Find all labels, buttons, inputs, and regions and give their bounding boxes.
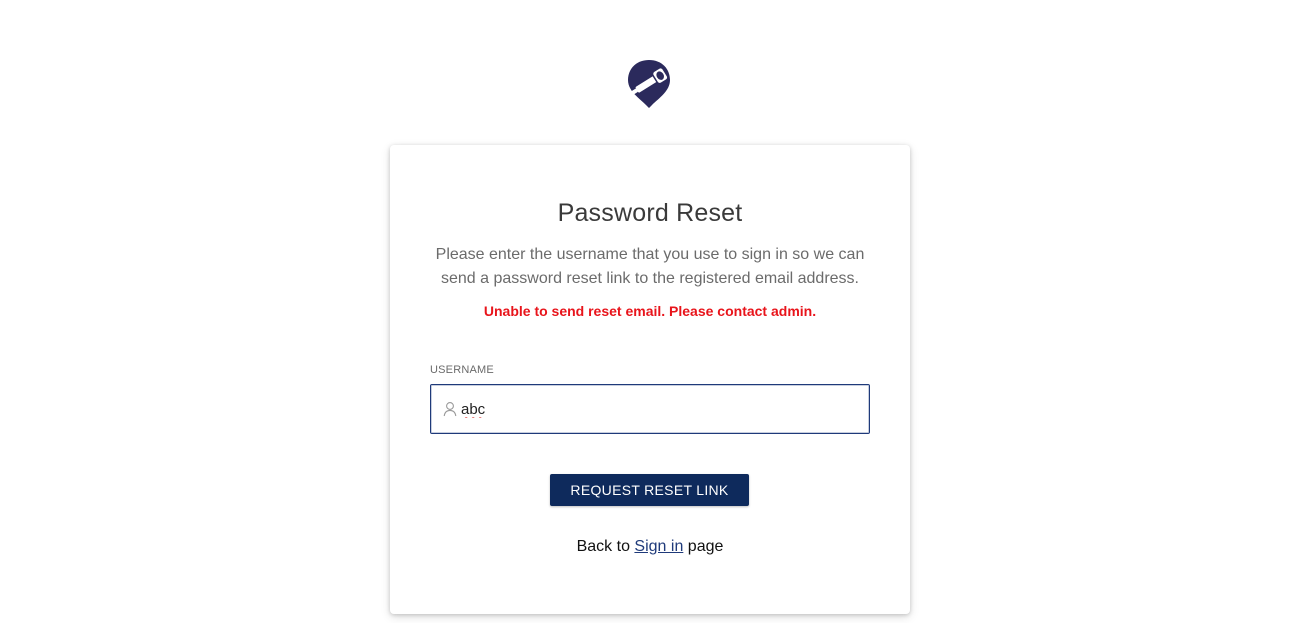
- user-icon: [443, 401, 457, 417]
- username-input[interactable]: [461, 385, 861, 433]
- page-title: Password Reset: [557, 199, 743, 227]
- username-label: USERNAME: [430, 364, 494, 376]
- password-reset-card: Password Reset Please enter the username…: [390, 145, 910, 614]
- instructions-text: Please enter the username that you use t…: [435, 246, 865, 287]
- username-field-container[interactable]: [430, 384, 870, 434]
- error-message: Unable to send reset email. Please conta…: [483, 303, 817, 319]
- back-prefix-text: Back to: [576, 538, 630, 555]
- brand-logo-icon: [626, 58, 674, 108]
- back-suffix-text: page: [687, 538, 724, 555]
- back-to-sign-in: Back to Sign in page: [390, 538, 910, 556]
- sign-in-link[interactable]: Sign in: [634, 538, 683, 555]
- request-reset-link-button[interactable]: REQUEST RESET LINK: [550, 474, 749, 506]
